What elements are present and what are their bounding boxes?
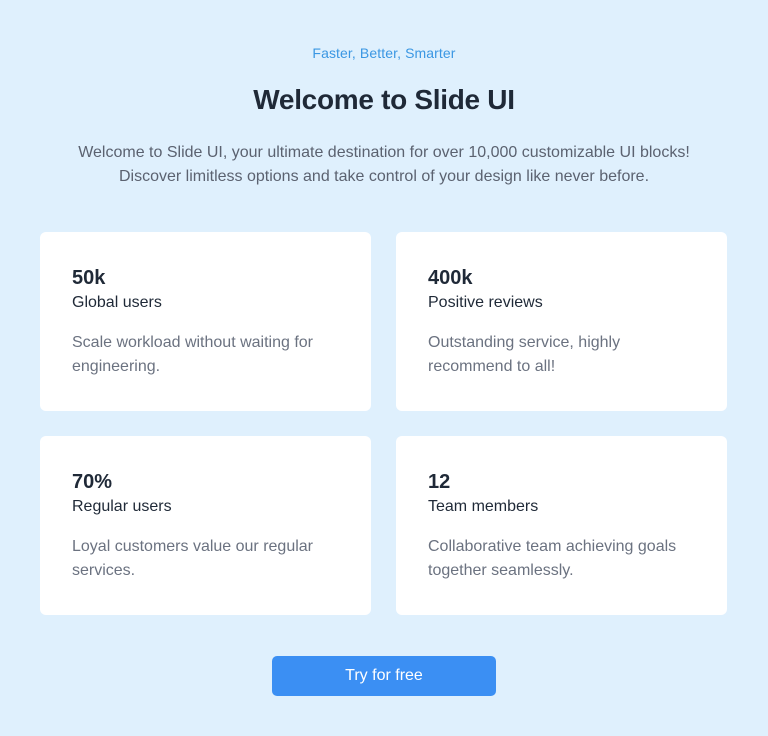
stat-value: 50k — [72, 267, 106, 289]
stat-label: Regular users — [72, 498, 172, 515]
stat-card-team-members: 12 Team members Collaborative team achie… — [396, 436, 727, 615]
stat-value: 400k — [428, 267, 473, 289]
intro-text: Welcome to Slide UI, your ultimate desti… — [78, 144, 690, 185]
stat-description: Scale workload without waiting for engin… — [72, 334, 314, 375]
stat-description: Outstanding service, highly recommend to… — [428, 334, 621, 375]
try-for-free-button[interactable]: Try for free — [272, 656, 496, 696]
stat-value: 70% — [72, 471, 113, 493]
stat-label: Positive reviews — [428, 294, 543, 311]
page-title: Welcome to Slide UI — [253, 84, 515, 115]
stat-card-positive-reviews: 400k Positive reviews Outstanding servic… — [396, 232, 727, 411]
stat-description: Loyal customers value our regular servic… — [72, 538, 314, 579]
stat-label: Global users — [72, 294, 162, 311]
stat-card-regular-users: 70% Regular users Loyal customers value … — [40, 436, 371, 615]
tagline: Faster, Better, Smarter — [312, 45, 456, 61]
stat-description: Collaborative team achieving goals toget… — [428, 538, 677, 579]
stat-card-global-users: 50k Global users Scale workload without … — [40, 232, 371, 411]
stat-value: 12 — [428, 471, 451, 493]
stat-label: Team members — [428, 498, 539, 515]
